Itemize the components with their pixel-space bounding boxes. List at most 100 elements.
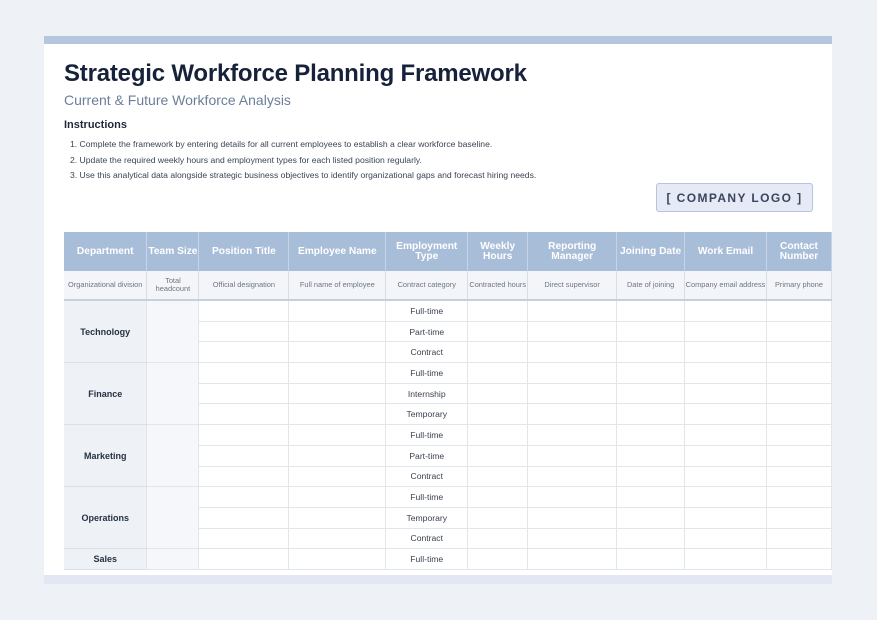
team-size-cell[interactable]	[146, 486, 200, 550]
contact-number-cell[interactable]	[766, 300, 832, 322]
weekly-hours-cell[interactable]	[467, 383, 529, 405]
contact-number-cell[interactable]	[766, 445, 832, 467]
work-email-cell[interactable]	[684, 300, 767, 322]
employee-name-cell[interactable]	[288, 300, 387, 322]
reporting-manager-cell[interactable]	[527, 321, 618, 343]
bottom-accent-band	[44, 575, 832, 584]
joining-date-cell[interactable]	[616, 486, 686, 508]
contact-number-cell[interactable]	[766, 548, 832, 570]
joining-date-cell[interactable]	[616, 424, 686, 446]
work-email-cell[interactable]	[684, 548, 767, 570]
reporting-manager-cell[interactable]	[527, 383, 618, 405]
reporting-manager-cell[interactable]	[527, 548, 618, 570]
position-title-cell[interactable]	[198, 486, 290, 508]
employee-name-cell[interactable]	[288, 548, 387, 570]
position-title-cell[interactable]	[198, 403, 290, 426]
joining-date-cell[interactable]	[616, 321, 686, 343]
weekly-hours-cell[interactable]	[467, 445, 529, 467]
contact-number-cell[interactable]	[766, 466, 832, 488]
contact-number-cell[interactable]	[766, 321, 832, 343]
position-title-cell[interactable]	[198, 466, 290, 488]
work-email-cell[interactable]	[684, 362, 767, 384]
position-title-cell[interactable]	[198, 445, 290, 467]
weekly-hours-cell[interactable]	[467, 321, 529, 343]
joining-date-cell[interactable]	[616, 383, 686, 405]
position-title-cell[interactable]	[198, 548, 290, 570]
reporting-manager-cell[interactable]	[527, 486, 618, 508]
employee-name-cell[interactable]	[288, 466, 387, 488]
reporting-manager-cell[interactable]	[527, 341, 618, 364]
contact-number-cell[interactable]	[766, 362, 832, 384]
employee-name-cell[interactable]	[288, 528, 387, 550]
weekly-hours-cell[interactable]	[467, 466, 529, 488]
contact-number-cell[interactable]	[766, 507, 832, 529]
weekly-hours-cell[interactable]	[467, 341, 529, 364]
joining-date-cell[interactable]	[616, 362, 686, 384]
weekly-hours-cell[interactable]	[467, 362, 529, 384]
position-title-cell[interactable]	[198, 528, 290, 550]
position-title-cell[interactable]	[198, 341, 290, 364]
position-title-cell[interactable]	[198, 321, 290, 343]
contact-number-cell[interactable]	[766, 486, 832, 508]
reporting-manager-cell[interactable]	[527, 528, 618, 550]
weekly-hours-cell[interactable]	[467, 424, 529, 446]
reporting-manager-cell[interactable]	[527, 445, 618, 467]
joining-date-cell[interactable]	[616, 548, 686, 570]
position-title-cell[interactable]	[198, 383, 290, 405]
work-email-cell[interactable]	[684, 486, 767, 508]
weekly-hours-cell[interactable]	[467, 486, 529, 508]
work-email-cell[interactable]	[684, 424, 767, 446]
weekly-hours-cell[interactable]	[467, 403, 529, 426]
work-email-cell[interactable]	[684, 528, 767, 550]
employee-name-cell[interactable]	[288, 383, 387, 405]
employee-name-cell[interactable]	[288, 362, 387, 384]
work-email-cell[interactable]	[684, 383, 767, 405]
joining-date-cell[interactable]	[616, 403, 686, 426]
joining-date-cell[interactable]	[616, 507, 686, 529]
employee-name-cell[interactable]	[288, 341, 387, 364]
team-size-cell[interactable]	[146, 300, 200, 364]
reporting-manager-cell[interactable]	[527, 424, 618, 446]
work-email-cell[interactable]	[684, 466, 767, 488]
reporting-manager-cell[interactable]	[527, 362, 618, 384]
position-title-cell[interactable]	[198, 362, 290, 384]
employee-name-cell[interactable]	[288, 403, 387, 426]
weekly-hours-cell[interactable]	[467, 507, 529, 529]
joining-date-cell[interactable]	[616, 528, 686, 550]
work-email-cell[interactable]	[684, 321, 767, 343]
joining-date-cell[interactable]	[616, 445, 686, 467]
employee-name-cell[interactable]	[288, 445, 387, 467]
contact-number-cell[interactable]	[766, 528, 832, 550]
work-email-cell[interactable]	[684, 341, 767, 364]
contact-number-cell[interactable]	[766, 341, 832, 364]
work-email-cell[interactable]	[684, 445, 767, 467]
weekly-hours-cell[interactable]	[467, 300, 529, 322]
contact-number-cell[interactable]	[766, 383, 832, 405]
joining-date-cell[interactable]	[616, 300, 686, 322]
employee-name-cell[interactable]	[288, 424, 387, 446]
work-email-cell[interactable]	[684, 507, 767, 529]
weekly-hours-cell[interactable]	[467, 548, 529, 570]
position-title-cell[interactable]	[198, 300, 290, 322]
reporting-manager-cell[interactable]	[527, 403, 618, 426]
employment-type-cell: Temporary	[385, 403, 469, 426]
reporting-manager-cell[interactable]	[527, 507, 618, 529]
team-size-cell[interactable]	[146, 548, 200, 570]
reporting-manager-cell[interactable]	[527, 466, 618, 488]
position-title-cell[interactable]	[198, 507, 290, 529]
contact-number-cell[interactable]	[766, 403, 832, 426]
employee-name-cell[interactable]	[288, 507, 387, 529]
employee-name-cell[interactable]	[288, 486, 387, 508]
employee-name-cell[interactable]	[288, 321, 387, 343]
reporting-manager-cell[interactable]	[527, 300, 618, 322]
team-size-cell[interactable]	[146, 424, 200, 488]
team-size-cell[interactable]	[146, 362, 200, 426]
table-subheader-row: Organizational division Total headcount …	[64, 271, 832, 301]
contact-number-cell[interactable]	[766, 424, 832, 446]
company-logo-placeholder: [ COMPANY LOGO ]	[656, 183, 813, 212]
work-email-cell[interactable]	[684, 403, 767, 426]
joining-date-cell[interactable]	[616, 341, 686, 364]
weekly-hours-cell[interactable]	[467, 528, 529, 550]
joining-date-cell[interactable]	[616, 466, 686, 488]
position-title-cell[interactable]	[198, 424, 290, 446]
